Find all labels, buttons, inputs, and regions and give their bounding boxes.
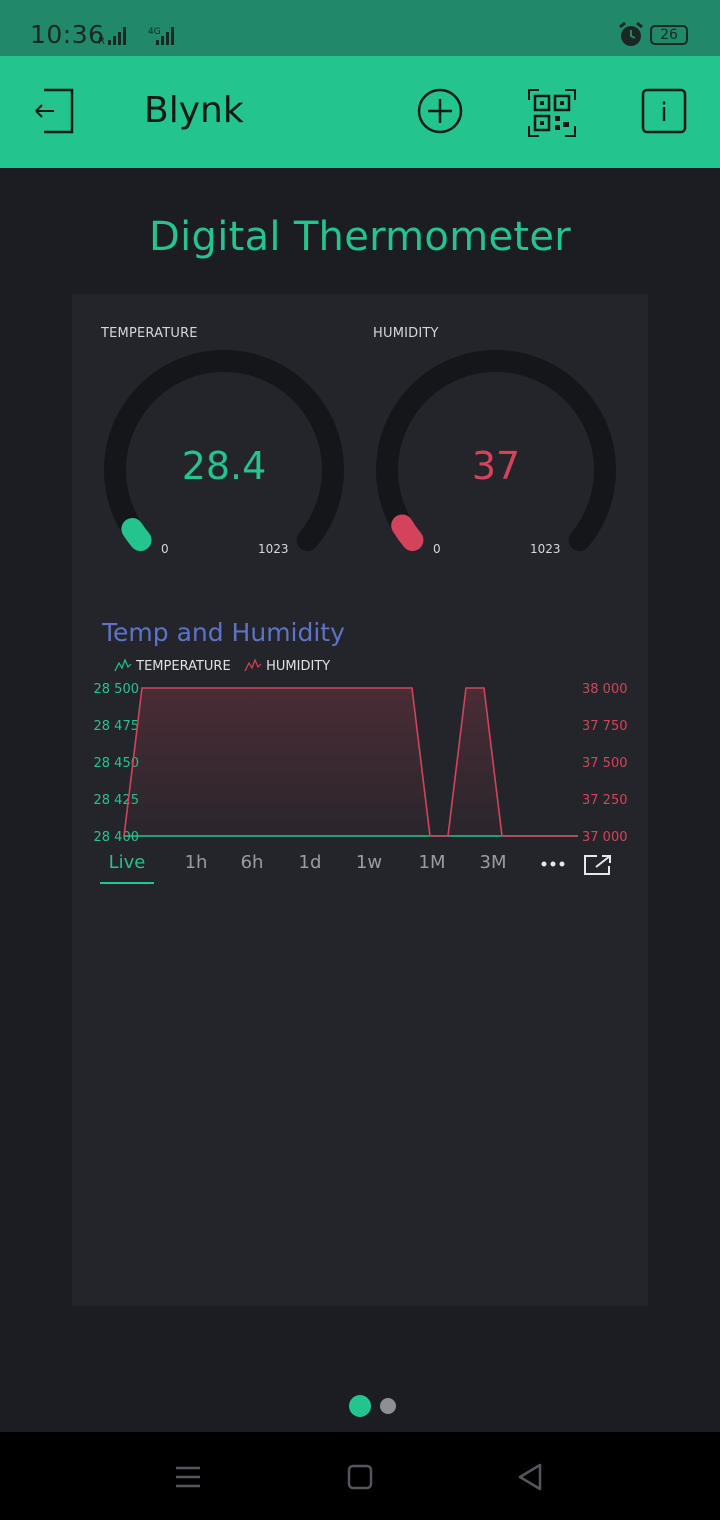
y-right-tick: 37 750	[582, 719, 628, 734]
app-bar: Blynk i	[0, 56, 720, 168]
temperature-gauge-label: TEMPERATURE	[101, 326, 198, 341]
humidity-value: 37	[471, 444, 521, 488]
export-icon[interactable]	[583, 854, 613, 876]
network-type: 4G	[148, 27, 161, 37]
more-icon[interactable]	[540, 860, 568, 868]
y-right-tick: 37 250	[582, 793, 628, 808]
temperature-value: 28.4	[181, 444, 267, 488]
tab-1d[interactable]: 1d	[290, 852, 330, 873]
dashboard-title: Digital Thermometer	[148, 214, 572, 260]
tab-1w[interactable]: 1w	[349, 852, 389, 873]
tab-6h[interactable]: 6h	[232, 852, 272, 873]
y-right-tick: 37 500	[582, 756, 628, 771]
humidity-gauge-label: HUMIDITY	[373, 326, 439, 341]
menu-icon[interactable]	[174, 1464, 202, 1490]
temperature-min: 0	[161, 542, 169, 556]
y-right-tick: 37 000	[582, 830, 628, 844]
temp-humidity-chart[interactable]: 28 50028 47528 45028 42528 40038 00037 7…	[72, 674, 648, 844]
svg-text:i: i	[660, 98, 667, 128]
app-title: Blynk	[144, 90, 244, 131]
home-icon[interactable]	[347, 1464, 373, 1490]
add-icon[interactable]	[417, 88, 463, 134]
y-left-tick: 28 500	[94, 682, 140, 697]
tab-1m[interactable]: 1M	[412, 852, 452, 873]
y-right-tick: 38 000	[582, 682, 628, 697]
tab-3m[interactable]: 3M	[473, 852, 513, 873]
tab-live[interactable]: Live	[100, 852, 154, 873]
page-dot-active[interactable]	[349, 1395, 371, 1417]
gauge-fill	[391, 514, 424, 552]
page-dot[interactable]	[380, 1398, 396, 1414]
svg-text:R: R	[98, 36, 105, 47]
legend-humidity[interactable]: HUMIDITY	[244, 658, 330, 674]
trend-icon	[244, 658, 262, 672]
back-icon[interactable]	[516, 1462, 544, 1492]
chart-title: Temp and Humidity	[102, 618, 345, 647]
humidity-area	[124, 688, 578, 836]
dashboard-panel: TEMPERATURE 28.4 0 1023 HUMIDITY 37 0 10…	[72, 294, 648, 1306]
status-time: 10:36	[30, 20, 105, 49]
humidity-max: 1023	[530, 542, 561, 556]
gauge-fill	[121, 518, 152, 552]
active-tab-indicator	[100, 882, 154, 884]
battery-indicator: 26	[650, 25, 688, 45]
info-icon[interactable]: i	[641, 88, 687, 134]
y-left-tick: 28 475	[94, 719, 140, 734]
humidity-min: 0	[433, 542, 441, 556]
tab-1h[interactable]: 1h	[176, 852, 216, 873]
system-nav-bar	[0, 1432, 720, 1520]
qr-scan-icon[interactable]	[527, 88, 577, 138]
legend-temperature[interactable]: TEMPERATURE	[114, 658, 231, 674]
logout-icon[interactable]	[34, 88, 76, 134]
signal-icon: R 4G	[98, 27, 174, 47]
alarm-icon	[619, 21, 643, 46]
temperature-max: 1023	[258, 542, 289, 556]
legend-humidity-label: HUMIDITY	[266, 659, 331, 674]
status-bar: 10:36 R 4G 26	[0, 0, 720, 56]
legend-temperature-label: TEMPERATURE	[136, 659, 231, 674]
trend-icon	[114, 658, 132, 672]
